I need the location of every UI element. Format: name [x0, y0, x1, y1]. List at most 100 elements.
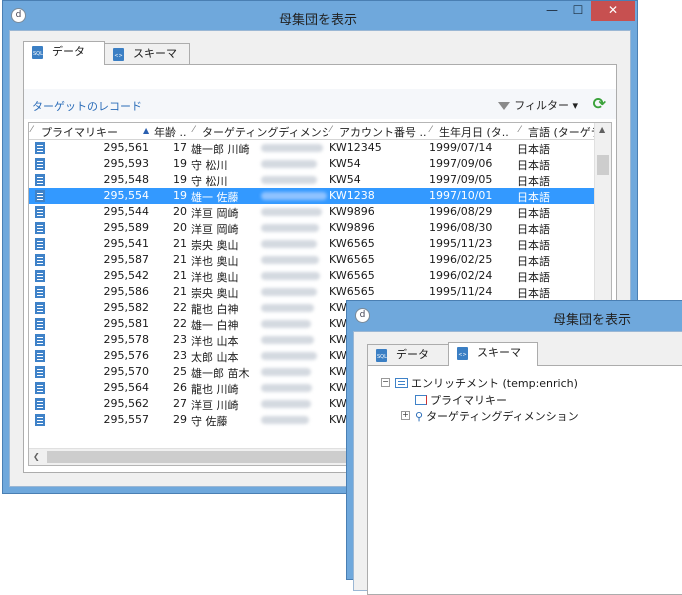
refresh-icon[interactable]: ⟳	[593, 94, 606, 113]
filter-icon	[498, 102, 511, 110]
column-header-age[interactable]: 年齢 ..	[154, 124, 192, 140]
record-icon	[35, 174, 45, 186]
column-header-targeting-dimension[interactable]: ターゲティングディメンション	[202, 124, 328, 140]
redacted-text	[261, 368, 311, 376]
table-row[interactable]: 295,561 17 雄一郎 川崎 KW12345 1999/07/14 日本語	[29, 140, 595, 156]
cell-birth-date: 1996/08/29	[429, 205, 493, 218]
target-records-label: ターゲットのレコード	[32, 100, 142, 113]
cell-birth-date: 1997/09/05	[429, 173, 493, 186]
window-title: 母集団を表示	[553, 313, 632, 328]
table-row[interactable]: 295,544 20 洋亘 岡崎 KW9896 1996/08/29 日本語	[29, 204, 595, 220]
table-row[interactable]: 295,548 19 守 松川 KW54 1997/09/05 日本語	[29, 172, 595, 188]
scroll-thumb[interactable]	[597, 155, 609, 175]
cell-primary-key: 295,581	[103, 317, 150, 330]
cell-primary-key: 295,576	[103, 349, 150, 362]
cell-age: 19	[173, 173, 187, 186]
cell-birth-date: 1996/08/30	[429, 221, 493, 234]
redacted-text	[261, 320, 311, 328]
key-field-icon	[415, 395, 427, 405]
schema-icon: <>	[113, 48, 124, 61]
table-row[interactable]: 295,593 19 守 松川 KW54 1997/09/06 日本語	[29, 156, 595, 172]
title-bar[interactable]: d 母集団を表示	[347, 301, 682, 331]
tab-schema[interactable]: <> スキーマ	[104, 43, 190, 65]
window-client: SQL データ <> スキーマ − エンリッチメント (temp:enrich)…	[353, 331, 682, 595]
close-button[interactable]: ✕	[591, 1, 635, 21]
record-icon	[35, 254, 45, 266]
minimize-button[interactable]: —	[539, 1, 565, 21]
scroll-left-icon[interactable]: ❮	[33, 452, 40, 461]
cell-age: 21	[173, 253, 187, 266]
redacted-text	[261, 400, 311, 408]
cell-birth-date: 1997/10/01	[429, 189, 493, 202]
cell-primary-key: 295,578	[103, 333, 150, 346]
cell-age: 26	[173, 381, 187, 394]
cell-primary-key: 295,544	[103, 205, 150, 218]
tab-schema[interactable]: <> スキーマ	[448, 342, 538, 366]
table-row[interactable]: 295,586 21 崇央 奥山 KW6565 1995/11/24 日本語	[29, 284, 595, 300]
cell-age: 21	[173, 269, 187, 282]
record-icon	[35, 158, 45, 170]
cell-account-number: KW6565	[329, 237, 375, 250]
maximize-button[interactable]: ☐	[565, 1, 591, 21]
cell-age: 21	[173, 237, 187, 250]
record-icon	[35, 382, 45, 394]
cell-language: 日本語	[517, 207, 550, 220]
column-header-account-number[interactable]: アカウント番号 ..	[339, 124, 429, 140]
cell-account-number: KW9896	[329, 205, 375, 218]
cell-primary-key: 295,564	[103, 381, 150, 394]
list-icon	[395, 378, 408, 388]
table-row[interactable]: 295,554 19 雄一 佐藤 KW1238 1997/10/01 日本語	[29, 188, 595, 204]
cell-account-number: KW6565	[329, 285, 375, 298]
cell-age: 22	[173, 317, 187, 330]
tree-node-targeting-dimension[interactable]: ⚲ ターゲティングディメンション	[415, 408, 579, 424]
cell-age: 19	[173, 189, 187, 202]
collapse-icon[interactable]: −	[381, 378, 390, 387]
record-icon	[35, 190, 45, 202]
column-header-birth-date[interactable]: 生年月日 (タ..	[439, 124, 521, 140]
table-row[interactable]: 295,589 20 洋亘 岡崎 KW9896 1996/08/30 日本語	[29, 220, 595, 236]
cell-age: 25	[173, 365, 187, 378]
redacted-text	[261, 176, 317, 184]
table-row[interactable]: 295,542 21 洋也 奥山 KW6565 1996/02/24 日本語	[29, 268, 595, 284]
scroll-up-icon[interactable]: ▲	[599, 125, 605, 134]
cell-language: 日本語	[517, 191, 550, 204]
table-row[interactable]: 295,587 21 洋也 奥山 KW6565 1996/02/25 日本語	[29, 252, 595, 268]
record-icon	[35, 270, 45, 282]
table-row[interactable]: 295,541 21 崇央 奥山 KW6565 1995/11/23 日本語	[29, 236, 595, 252]
cell-primary-key: 295,542	[103, 269, 150, 282]
sort-ascending-icon: ▲	[143, 126, 150, 135]
records-toolbar: ターゲットのレコード フィルター ▾ ⟳	[24, 89, 616, 119]
grid-header: ⁄ プライマリキー ▲ 年齢 .. ⁄ ターゲティングディメンション ⁄ アカウ…	[29, 123, 603, 140]
record-icon	[35, 318, 45, 330]
redacted-text	[261, 416, 309, 424]
cell-primary-key: 295,589	[103, 221, 150, 234]
tab-data[interactable]: SQL データ	[367, 344, 449, 366]
redacted-text	[261, 192, 327, 200]
filter-button[interactable]: フィルター ▾	[498, 97, 578, 113]
record-icon	[35, 142, 45, 154]
column-separator: ⁄	[31, 125, 33, 135]
cell-language: 日本語	[517, 223, 550, 236]
cell-language: 日本語	[517, 175, 550, 188]
cell-age: 21	[173, 285, 187, 298]
column-header-primary-key[interactable]: プライマリキー	[41, 124, 141, 140]
tree-node-enrichment[interactable]: エンリッチメント (temp:enrich)	[395, 375, 578, 391]
tab-data[interactable]: SQL データ	[23, 41, 105, 65]
redacted-text	[261, 336, 314, 344]
expand-icon[interactable]: +	[401, 411, 410, 420]
schema-icon: <>	[457, 347, 468, 360]
record-icon	[35, 206, 45, 218]
tree-node-primary-key[interactable]: プライマリキー	[415, 392, 507, 408]
column-header-language[interactable]: 言語 (ターゲティ	[528, 124, 603, 140]
cell-age: 22	[173, 301, 187, 314]
cell-birth-date: 1996/02/25	[429, 253, 493, 266]
cell-primary-key: 295,570	[103, 365, 150, 378]
cell-account-number: KW12345	[329, 141, 382, 154]
cell-language: 日本語	[517, 239, 550, 252]
title-bar[interactable]: d 母集団を表示 — ☐ ✕	[3, 1, 637, 31]
link-icon: ⚲	[415, 410, 424, 423]
cell-primary-key: 295,593	[103, 157, 150, 170]
cell-account-number: KW6565	[329, 253, 375, 266]
scroll-thumb[interactable]	[47, 451, 397, 463]
record-icon	[35, 350, 45, 362]
